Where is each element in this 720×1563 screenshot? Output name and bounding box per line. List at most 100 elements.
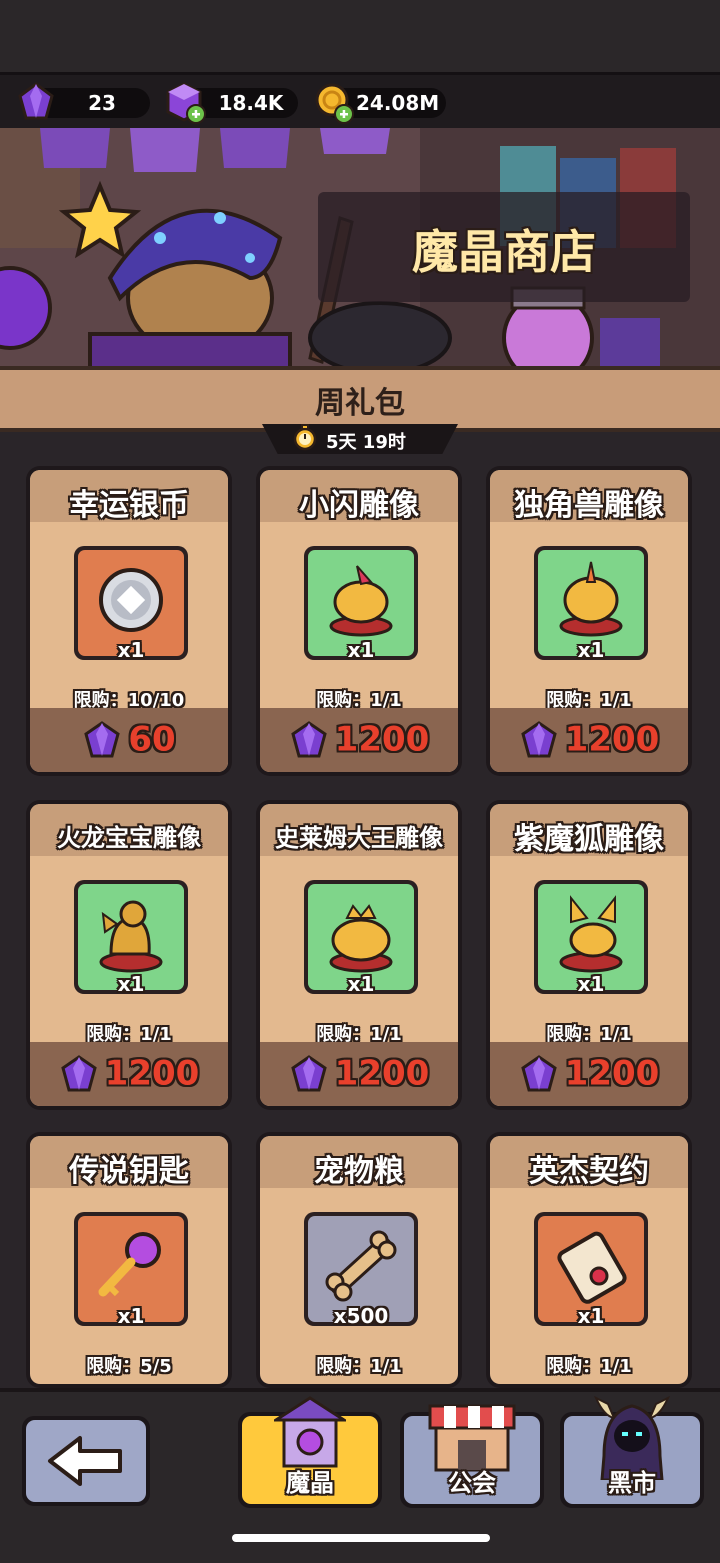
item-quantity: x500	[333, 1304, 389, 1328]
shop-title-panel: 魔晶商店	[318, 192, 690, 302]
item-icon-frame: x1	[534, 880, 648, 996]
tab-guild[interactable]: 公会	[400, 1404, 544, 1508]
item-name: 英杰契约	[529, 1154, 649, 1189]
purchase-limit: 限购：5/5	[86, 1356, 172, 1377]
tab-black-label: 黑市	[608, 1469, 656, 1497]
home-indicator	[232, 1534, 490, 1542]
shop-item-card[interactable]: 火龙宝宝雕像 x1 限购：1/1 1200	[26, 800, 232, 1110]
item-icon-frame: x1	[534, 1212, 648, 1328]
item-quantity: x1	[347, 972, 375, 996]
item-icon-frame: x1	[534, 546, 648, 662]
item-quantity: x1	[117, 638, 145, 662]
item-name: 宠物粮	[314, 1154, 404, 1189]
item-name: 小闪雕像	[299, 488, 419, 523]
shop-item-card[interactable]: 史莱姆大王雕像 x1 限购：1/1 1200	[256, 800, 462, 1110]
item-price: 1200	[260, 1052, 458, 1094]
refresh-timer: 5天 19时	[262, 424, 458, 454]
item-price: 1200	[260, 718, 458, 760]
item-quantity: x1	[347, 638, 375, 662]
item-icon-frame: x1	[74, 546, 188, 662]
coin-counter[interactable]: 24.08M	[315, 83, 446, 124]
slime-king-statue-icon	[329, 904, 393, 973]
item-name: 幸运银币	[69, 488, 189, 523]
crystal-counter[interactable]: 18.4K	[166, 82, 298, 124]
item-name: 火龙宝宝雕像	[57, 824, 201, 852]
item-title-bar: 宠物粮	[260, 1136, 458, 1189]
tab-magic-label: 魔晶	[286, 1469, 334, 1497]
purple-gem-icon	[520, 1054, 557, 1091]
shop-item-card[interactable]: 传说钥匙 x1 限购：5/5	[26, 1132, 232, 1388]
crystal-count: 18.4K	[218, 91, 284, 115]
guild-store-icon	[428, 1404, 516, 1472]
item-title-bar: 独角兽雕像	[490, 470, 688, 523]
price-bar[interactable]: 1200	[260, 708, 458, 772]
gem-count: 23	[88, 91, 116, 115]
item-icon-frame: x1	[74, 880, 188, 996]
shop-item-card[interactable]: 小闪雕像 x1 限购：1/1 1200	[256, 466, 462, 776]
stopwatch-icon	[293, 424, 317, 451]
scroll-icon	[557, 1231, 627, 1304]
shop-item-card[interactable]: 宠物粮 x500 限购：1/1	[256, 1132, 462, 1388]
item-title-bar: 传说钥匙	[30, 1136, 228, 1189]
tab-magic-crystal[interactable]: 魔晶	[238, 1396, 382, 1508]
shop-title: 魔晶商店	[412, 225, 596, 279]
item-name: 史莱姆大王雕像	[275, 824, 443, 852]
item-quantity: x1	[117, 972, 145, 996]
purple-gem-icon	[18, 82, 54, 120]
back-arrow-icon	[48, 1436, 122, 1486]
price-value: 1200	[104, 1053, 200, 1094]
coin-count: 24.08M	[356, 91, 440, 115]
item-quantity: x1	[117, 1304, 145, 1328]
item-icon-frame: x1	[74, 1212, 188, 1328]
item-name: 传说钥匙	[69, 1154, 189, 1189]
price-value: 1200	[564, 719, 660, 760]
price-bar[interactable]: 1200	[30, 1042, 228, 1106]
shop-item-card[interactable]: 幸运银币 x1 限购：10/10 60	[26, 466, 232, 776]
purple-gem-icon	[84, 720, 121, 757]
item-price: 1200	[490, 718, 688, 760]
item-title-bar: 紫魔狐雕像	[490, 804, 688, 857]
item-title-bar: 史莱姆大王雕像	[260, 804, 458, 856]
purchase-limit: 限购：1/1	[316, 1356, 402, 1377]
item-title-bar: 火龙宝宝雕像	[30, 804, 228, 856]
item-title-bar: 幸运银币	[30, 470, 228, 523]
price-bar[interactable]: 60	[30, 708, 228, 772]
crystal-shop-icon	[274, 1396, 346, 1468]
purple-gem-icon	[290, 720, 327, 757]
gem-counter[interactable]: 23	[18, 82, 150, 120]
purple-gem-icon	[60, 1054, 97, 1091]
item-icon-frame: x1	[304, 880, 418, 996]
item-name: 独角兽雕像	[514, 488, 664, 523]
price-bar[interactable]: 1200	[490, 708, 688, 772]
resource-bar: 23 18.4K 24.08M	[0, 72, 720, 134]
section-header: 周礼包	[0, 366, 720, 432]
shop-item-card[interactable]: 英杰契约 x1 限购：1/1	[486, 1132, 692, 1388]
purple-gem-icon	[290, 1054, 327, 1091]
item-quantity: x1	[577, 638, 605, 662]
purchase-limit: 限购：1/1	[546, 1356, 632, 1377]
shop-item-card[interactable]: 独角兽雕像 x1 限购：1/1 1200	[486, 466, 692, 776]
price-bar[interactable]: 1200	[490, 1042, 688, 1106]
price-value: 1200	[564, 1053, 660, 1094]
purple-gem-icon	[520, 720, 557, 757]
tab-black-market[interactable]: 黑市	[560, 1396, 704, 1508]
item-icon-frame: x1	[304, 546, 418, 662]
item-name: 紫魔狐雕像	[514, 822, 664, 857]
section-title: 周礼包	[315, 386, 405, 421]
item-title-bar: 英杰契约	[490, 1136, 688, 1189]
unicorn-statue-icon	[559, 561, 623, 637]
bone-icon	[325, 1230, 397, 1302]
item-price: 60	[30, 718, 228, 760]
price-value: 1200	[334, 1053, 430, 1094]
item-quantity: x1	[577, 1304, 605, 1328]
back-button[interactable]	[22, 1416, 150, 1506]
price-value: 60	[128, 719, 176, 760]
price-bar[interactable]: 1200	[260, 1042, 458, 1106]
item-price: 1200	[30, 1052, 228, 1094]
item-price: 1200	[490, 1052, 688, 1094]
price-value: 1200	[334, 719, 430, 760]
fox-statue-icon	[559, 895, 623, 973]
silver-coin-icon	[99, 568, 163, 632]
item-quantity: x1	[577, 972, 605, 996]
shop-item-card[interactable]: 紫魔狐雕像 x1 限购：1/1 1200	[486, 800, 692, 1110]
